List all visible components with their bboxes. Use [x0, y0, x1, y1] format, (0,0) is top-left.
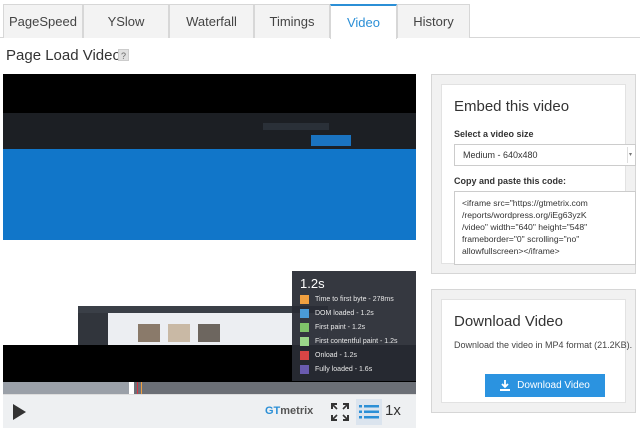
- embed-panel: Embed this video Select a video size Med…: [431, 74, 636, 274]
- timing-legend-item: Fully loaded - 1.6s: [300, 363, 414, 375]
- tab-history[interactable]: History: [397, 4, 470, 38]
- progress-fill: [3, 382, 132, 394]
- onload-swatch: [300, 350, 309, 360]
- page-title: Page Load Video: [6, 47, 121, 64]
- tab-timings[interactable]: Timings: [254, 4, 330, 38]
- video-player[interactable]: 1.2s Time to first byte - 278ms DOM load…: [3, 74, 416, 428]
- onload-marker: [137, 382, 138, 394]
- timings-overlay: 1.2s Time to first byte - 278ms DOM load…: [292, 271, 416, 381]
- timing-legend-item: DOM loaded - 1.2s: [300, 307, 414, 319]
- fcp-swatch: [300, 336, 309, 346]
- embed-title: Embed this video: [454, 98, 570, 115]
- download-title: Download Video: [454, 313, 563, 330]
- timing-legend-item: First contentful paint - 1.2s: [300, 335, 414, 347]
- dom-loaded-swatch: [300, 308, 309, 318]
- video-size-label: Select a video size: [454, 129, 534, 139]
- download-icon: [500, 380, 511, 391]
- tab-pagespeed[interactable]: PageSpeed: [3, 4, 83, 38]
- fullscreen-icon[interactable]: [327, 399, 353, 425]
- playback-speed-button[interactable]: 1x: [385, 402, 401, 419]
- video-progress-bar[interactable]: [3, 382, 416, 396]
- tab-waterfall[interactable]: Waterfall: [169, 4, 254, 38]
- gtmetrix-logo: GTmetrix: [265, 405, 314, 417]
- ttfb-marker: [141, 382, 142, 394]
- download-panel: Download Video Download the video in MP4…: [431, 289, 636, 413]
- current-time: 1.2s: [300, 276, 325, 291]
- tab-yslow[interactable]: YSlow: [83, 4, 169, 38]
- timing-legend-item: First paint - 1.2s: [300, 321, 414, 333]
- video-controls: GTmetrix 1x: [3, 394, 416, 428]
- timings-toggle-icon[interactable]: [356, 399, 382, 425]
- embed-code-label: Copy and paste this code:: [454, 176, 567, 186]
- video-size-select[interactable]: Medium - 640x480 ▾: [454, 144, 636, 166]
- fully-loaded-swatch: [300, 364, 309, 374]
- download-description: Download the video in MP4 format (21.2KB…: [454, 340, 633, 350]
- select-arrow-icon: ▾: [627, 147, 633, 163]
- embed-code-textarea[interactable]: <iframe src="https://gtmetrix.com /repor…: [454, 191, 636, 265]
- download-video-button[interactable]: Download Video: [485, 374, 605, 397]
- tab-video[interactable]: Video: [330, 4, 397, 39]
- first-paint-swatch: [300, 322, 309, 332]
- timing-legend-item: Onload - 1.2s: [300, 349, 414, 361]
- report-tabs: PageSpeed YSlow Waterfall Timings Video …: [0, 0, 640, 39]
- help-icon[interactable]: ?: [118, 49, 129, 61]
- timing-legend-item: Time to first byte - 278ms: [300, 293, 414, 305]
- play-button[interactable]: [13, 404, 26, 420]
- ttfb-swatch: [300, 294, 309, 304]
